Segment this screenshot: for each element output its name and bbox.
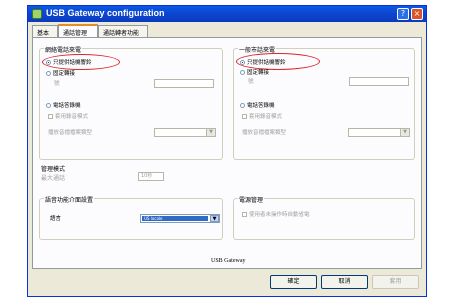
network-custom-mode-checkbox[interactable]: 套用錄音模式 <box>48 112 88 120</box>
checkbox-label: 套用錄音模式 <box>249 114 283 120</box>
tab-call-transfer[interactable]: 通話轉者功能 <box>98 25 148 37</box>
chevron-down-icon: ▼ <box>210 215 219 222</box>
regular-voicemail-radio[interactable]: 電話答錄機 <box>240 101 275 109</box>
radio-label: 固定轉接 <box>247 70 270 76</box>
tab-panel: 網絡電話來電 只提供話機響鈴 固定轉接 號 電話答錄機 套用錄音模式 播放音檔檔… <box>32 37 422 269</box>
network-ring-only-radio[interactable]: 只提供話機響鈴 <box>46 58 92 66</box>
network-call-group: 網絡電話來電 只提供話機響鈴 固定轉接 號 電話答錄機 套用錄音模式 播放音檔檔… <box>39 45 223 160</box>
radio-off-icon <box>46 103 51 108</box>
checkbox-icon <box>242 212 247 217</box>
radio-label: 電話答錄機 <box>53 103 81 109</box>
config-dialog: USB Gateway configuration ? × 基本 通話管理 通話… <box>27 5 427 297</box>
network-forward-radio[interactable]: 固定轉接 <box>46 69 75 77</box>
network-recording-select[interactable]: ▼ <box>154 128 216 137</box>
radio-label: 固定轉接 <box>53 71 76 77</box>
power-management-title: 電源管理 <box>238 195 265 204</box>
radio-on-icon <box>240 60 245 65</box>
regular-recording-label: 播放音檔檔案類型 <box>242 130 287 136</box>
checkbox-icon <box>48 114 53 119</box>
power-management-group: 電源管理 使用者未操作時自動省電 <box>233 195 415 240</box>
radio-off-icon <box>46 71 51 76</box>
brand-label: USB Gateway <box>211 258 246 264</box>
language-select[interactable]: US locale ▼ <box>140 214 220 223</box>
ok-button[interactable]: 確定 <box>270 275 317 289</box>
regular-custom-mode-checkbox[interactable]: 套用錄音模式 <box>242 112 282 120</box>
radio-on-icon <box>46 60 51 65</box>
checkbox-label: 使用者未操作時自動省電 <box>249 212 310 218</box>
help-button[interactable]: ? <box>397 8 409 20</box>
cancel-button[interactable]: 取消 <box>321 275 368 289</box>
power-saving-checkbox[interactable]: 使用者未操作時自動省電 <box>242 210 310 218</box>
window-title: USB Gateway configuration <box>46 8 165 18</box>
manage-mode-input[interactable]: 10秒 <box>138 172 164 181</box>
regular-recording-select[interactable]: ▼ <box>348 128 410 137</box>
language-label: 語言 <box>50 216 62 222</box>
radio-label: 只提供話機響鈴 <box>53 60 92 66</box>
radio-label: 只提供話機響鈴 <box>247 60 286 66</box>
radio-off-icon <box>240 103 245 108</box>
title-bar: USB Gateway configuration ? × <box>28 6 426 22</box>
regular-call-group: 一般市話來電 只提供話機響鈴 固定轉接 號 電話答錄機 套用錄音模式 播放音檔檔… <box>233 45 415 160</box>
regular-number-label: 號 <box>248 79 254 85</box>
app-icon <box>32 9 42 19</box>
language-selected-value: US locale <box>142 216 208 221</box>
manage-mode-field-label: 最大通話 <box>41 175 66 182</box>
radio-off-icon <box>240 70 245 75</box>
voice-prompt-title: 語音功能介面設置 <box>44 195 95 204</box>
network-recording-label: 播放音檔檔案類型 <box>48 130 93 136</box>
checkbox-icon <box>242 114 247 119</box>
regular-forward-radio[interactable]: 固定轉接 <box>240 68 269 76</box>
chevron-down-icon: ▼ <box>400 129 409 136</box>
tab-call-management[interactable]: 通話管理 <box>58 24 98 38</box>
voice-prompt-group: 語音功能介面設置 語言 US locale ▼ <box>39 195 223 240</box>
close-button[interactable]: × <box>411 8 423 20</box>
network-forward-number-input[interactable] <box>154 79 214 88</box>
tab-basic[interactable]: 基本 <box>32 25 58 37</box>
network-number-label: 號 <box>54 81 60 87</box>
checkbox-label: 套用錄音模式 <box>55 114 89 120</box>
regular-forward-number-input[interactable] <box>349 77 409 86</box>
regular-ring-only-radio[interactable]: 只提供話機響鈴 <box>240 58 286 66</box>
apply-button[interactable]: 套用 <box>372 275 419 289</box>
network-call-title: 網絡電話來電 <box>44 45 83 54</box>
chevron-down-icon: ▼ <box>206 129 215 136</box>
radio-label: 電話答錄機 <box>247 103 275 109</box>
network-voicemail-radio[interactable]: 電話答錄機 <box>46 101 81 109</box>
manage-mode-title: 管理模式 <box>41 166 66 173</box>
